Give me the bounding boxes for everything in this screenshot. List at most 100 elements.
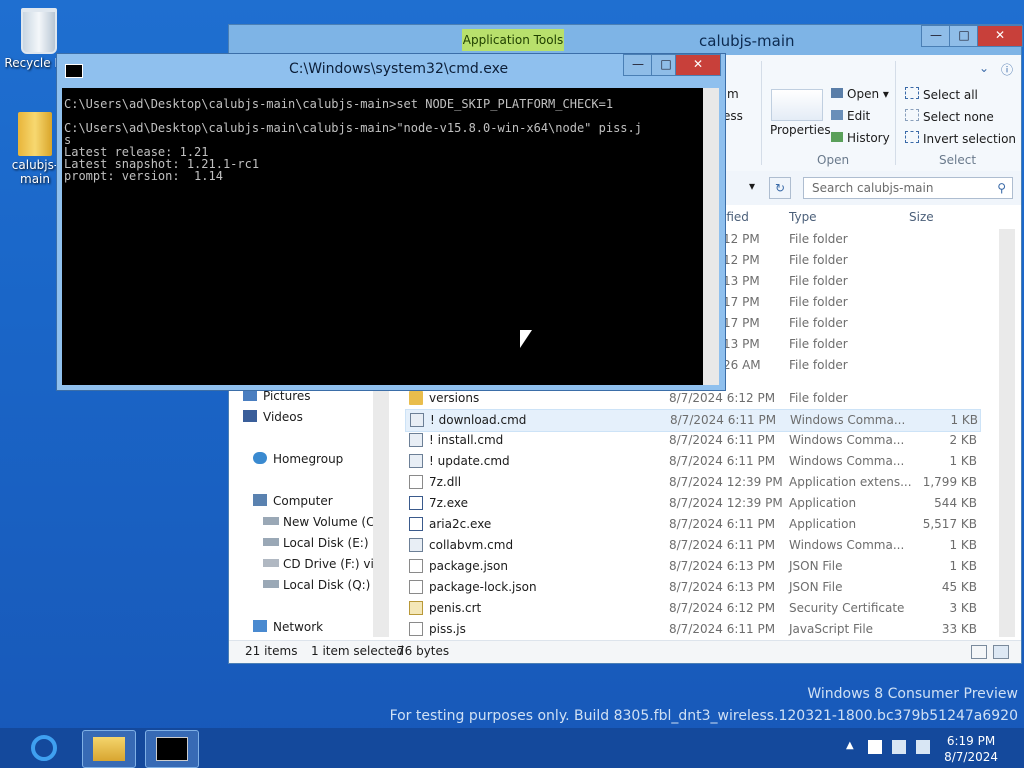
folder-icon: [18, 112, 52, 156]
nav-item-cd-drive-f[interactable]: CD Drive (F:) virti: [263, 557, 387, 571]
row-date: 13 PM: [723, 274, 760, 288]
cmd-minimize-button[interactable]: —: [623, 54, 653, 76]
clock[interactable]: 6:19 PM 8/7/2024: [944, 733, 998, 765]
address-dropdown-icon[interactable]: ▾: [749, 179, 755, 193]
select-all-button[interactable]: Select all: [905, 87, 978, 102]
row-size: 1 KB: [949, 559, 977, 573]
show-hidden-icons-icon[interactable]: ▲: [846, 740, 854, 751]
table-row[interactable]: ! update.cmd 8/7/2024 6:11 PM Windows Comm…: [405, 451, 979, 472]
chevron-down-icon[interactable]: ⌄: [979, 61, 989, 75]
exe-file-icon: [409, 496, 423, 510]
nav-scrollbar[interactable]: [373, 385, 389, 637]
help-icon[interactable]: ⓘ: [1001, 61, 1013, 78]
nav-item-network[interactable]: Network: [253, 620, 323, 634]
nav-item-homegroup[interactable]: Homegroup: [253, 452, 343, 466]
row-name: package-lock.json: [429, 580, 537, 594]
volume-muted-icon[interactable]: [916, 740, 930, 754]
nav-item-computer[interactable]: Computer: [253, 494, 333, 508]
row-name: versions: [429, 391, 480, 405]
table-row[interactable]: collabvm.cmd 8/7/2024 6:11 PM Windows Comm…: [405, 535, 979, 556]
drive-icon: [263, 580, 279, 588]
row-type: File folder: [789, 358, 848, 372]
properties-icon: [771, 89, 823, 121]
table-row[interactable]: ! install.cmd 8/7/2024 6:11 PM Windows Com…: [405, 430, 979, 451]
select-none-button[interactable]: Select none: [905, 109, 994, 124]
row-type: Windows Comma...: [790, 413, 906, 427]
large-icons-view-icon[interactable]: [993, 645, 1009, 659]
cmd-close-button[interactable]: ✕: [675, 54, 721, 76]
nav-item-local-disk-q[interactable]: Local Disk (Q:): [263, 578, 370, 592]
history-button[interactable]: History: [831, 131, 890, 145]
open-icon: [831, 88, 843, 98]
taskbar-ie-button[interactable]: [18, 730, 72, 768]
drive-icon: [263, 538, 279, 546]
file-list-scrollbar[interactable]: [999, 229, 1015, 637]
cmd-window[interactable]: C:\Windows\system32\cmd.exe — □ ✕ C:\Use…: [56, 53, 726, 391]
cmd-console[interactable]: C:\Users\ad\Desktop\calubjs-main\calubjs…: [62, 88, 703, 385]
table-row[interactable]: penis.crt 8/7/2024 6:12 PM Security Certif…: [405, 598, 979, 619]
invert-selection-button[interactable]: Invert selection: [905, 131, 1016, 146]
maximize-button[interactable]: □: [949, 25, 979, 47]
edit-icon: [831, 110, 843, 120]
row-type: File folder: [789, 274, 848, 288]
cd-drive-icon: [263, 559, 279, 567]
table-row[interactable]: versions 8/7/2024 6:12 PM File folder: [405, 388, 979, 409]
row-name: aria2c.exe: [429, 517, 492, 531]
nav-item-local-disk-e[interactable]: Local Disk (E:): [263, 536, 369, 550]
cmd-icon: [65, 64, 83, 78]
row-date: 8/7/2024 6:11 PM: [669, 433, 776, 447]
status-selected: 1 item selected: [311, 644, 405, 658]
column-date-modified[interactable]: ified: [723, 210, 749, 224]
row-name: 7z.dll: [429, 475, 462, 489]
tab-application-tools[interactable]: Application Tools: [462, 29, 564, 51]
row-type: Windows Comma...: [789, 538, 905, 552]
table-row[interactable]: ! download.cmd 8/7/2024 6:11 PM Windows Co…: [405, 409, 981, 432]
details-view-icon[interactable]: [971, 645, 987, 659]
cmd-scrollbar[interactable]: [703, 88, 719, 385]
cmd-file-icon: [409, 538, 423, 552]
refresh-icon[interactable]: ↻: [769, 177, 791, 199]
videos-icon: [243, 410, 257, 422]
table-row[interactable]: aria2c.exe 8/7/2024 6:11 PM Application 5,5…: [405, 514, 979, 535]
row-date: 17 PM: [723, 316, 760, 330]
edit-button[interactable]: Edit: [831, 109, 870, 123]
properties-button[interactable]: Properties: [770, 123, 831, 137]
table-row[interactable]: 7z.dll 8/7/2024 12:39 PM Application exten…: [405, 472, 979, 493]
cmd-file-icon: [409, 433, 423, 447]
folder-file-icon: [409, 391, 423, 405]
column-type[interactable]: Type: [789, 210, 817, 224]
select-all-label: Select all: [923, 88, 978, 102]
open-button[interactable]: Open ▾: [831, 87, 889, 101]
cmd-icon: [156, 737, 188, 761]
nav-item-pictures[interactable]: Pictures: [243, 389, 311, 403]
column-size[interactable]: Size: [909, 210, 934, 224]
explorer-titlebar[interactable]: Application Tools calubjs-main — □ ✕: [229, 25, 1023, 55]
search-input[interactable]: Search calubjs-main ⚲: [803, 177, 1013, 199]
table-row[interactable]: piss.js 8/7/2024 6:11 PM JavaScript File 33…: [405, 619, 979, 640]
row-date: 8/7/2024 6:12 PM: [669, 391, 776, 405]
search-icon[interactable]: ⚲: [997, 178, 1006, 198]
row-type: File folder: [789, 253, 848, 267]
ribbon-partial-label[interactable]: m: [727, 87, 739, 101]
table-row[interactable]: package-lock.json 8/7/2024 6:13 PM JSON Fi…: [405, 577, 979, 598]
table-row[interactable]: package.json 8/7/2024 6:13 PM JSON File 1 K…: [405, 556, 979, 577]
watermark-line-2: For testing purposes only. Build 8305.fb…: [389, 708, 1018, 724]
exe-file-icon: [409, 517, 423, 531]
watermark-line-1: Windows 8 Consumer Preview: [807, 686, 1018, 702]
search-placeholder: Search calubjs-main: [812, 181, 934, 195]
action-center-flag-icon[interactable]: [868, 740, 882, 754]
row-size: 1 KB: [949, 454, 977, 468]
table-row[interactable]: 7z.exe 8/7/2024 12:39 PM Application 544 KB: [405, 493, 979, 514]
internet-explorer-icon: [31, 735, 57, 761]
console-line: C:\Users\ad\Desktop\calubjs-main\calubjs…: [64, 97, 614, 111]
taskbar-cmd-button[interactable]: [145, 730, 199, 768]
close-button[interactable]: ✕: [977, 25, 1023, 47]
nav-item-videos[interactable]: Videos: [243, 410, 303, 424]
status-bytes: 76 bytes: [397, 644, 450, 658]
row-size: 33 KB: [941, 622, 977, 636]
nav-item-new-volume-c[interactable]: New Volume (C:): [263, 515, 383, 529]
taskbar-explorer-button[interactable]: [82, 730, 136, 768]
cmd-file-icon: [410, 413, 424, 427]
network-icon[interactable]: [892, 740, 906, 754]
minimize-button[interactable]: —: [921, 25, 951, 47]
